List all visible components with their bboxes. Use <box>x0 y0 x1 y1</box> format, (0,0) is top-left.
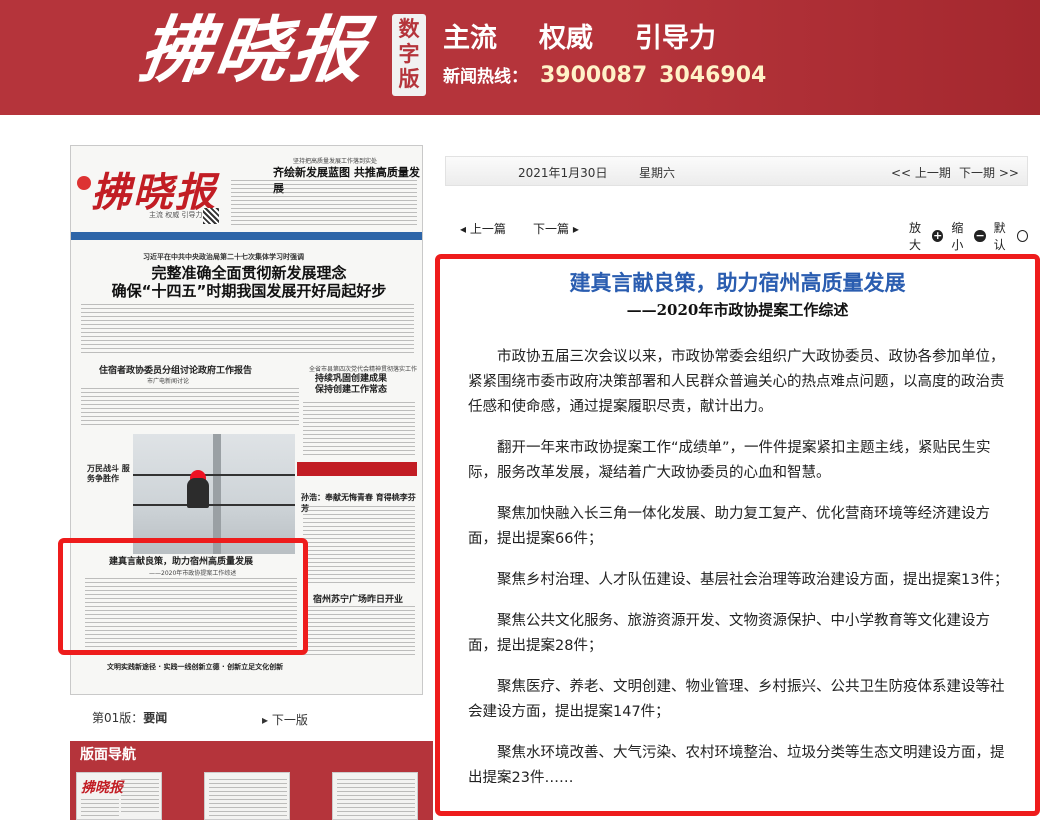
paper-lead-kicker: 习近平在中共中央政治局第二十七次集体学习时强调 <box>143 253 304 261</box>
paper-story-headline[interactable]: 住宿者政协委员分组讨论政府工作报告 <box>99 363 252 376</box>
page-number-label: 第01版： <box>92 711 144 725</box>
article-title: 建真言献良策，助力宿州高质量发展 <box>569 270 906 295</box>
hotline-number: 3900087 <box>540 63 648 88</box>
hotline-label: 新闻热线： <box>443 67 528 87</box>
thumbnail-logo: 拂晓报 <box>81 780 123 796</box>
article-paragraph: 翻开一年来市政协提案工作“成绩单”，一件件提案紧扣主题主线，紧贴民生实际，服务改… <box>468 440 991 481</box>
paper-lead-headline[interactable]: 完整准确全面贯彻新发展理念 确保“十四五”时期我国发展开好局起好步 <box>109 264 389 300</box>
article-paragraph: 聚焦公共文化服务、旅游资源开发、文物资源保护、中小学教育等文化建设方面，提出提案… <box>468 613 990 654</box>
section-thumbnail[interactable] <box>332 772 418 820</box>
text-block <box>81 388 299 428</box>
article-paragraph: 聚焦乡村治理、人才队伍建设、基层社会治理等政治建设方面，提出提案13件； <box>497 572 1009 588</box>
default-size-label: 默认 <box>993 221 1006 252</box>
slogan-item: 主流 <box>443 23 497 54</box>
next-issue-link[interactable]: 下一期 >> <box>959 164 1019 181</box>
article-body: 市政协五届三次会议以来，市政协常委会组织广大政协委员、政协各参加单位，紧紧围绕市… <box>468 345 1016 807</box>
party-emblem-icon <box>77 176 91 190</box>
page-info: 第01版：要闻 <box>92 709 167 726</box>
zoom-out-button[interactable]: 缩小 − <box>951 219 986 253</box>
prev-issue-link[interactable]: << 上一期 <box>891 164 951 181</box>
zoom-in-label: 放大 <box>909 221 922 252</box>
next-page-label: 下一版 <box>271 713 308 727</box>
utility-pole <box>213 434 221 554</box>
zoom-in-button[interactable]: 放大 + <box>909 219 944 253</box>
article-paragraph: 聚焦医疗、养老、文明创建、物业管理、乡村振兴、公共卫生防疫体系建设等社会建设方面… <box>468 679 1005 720</box>
photo-caption: 万民战斗 服务争胜作 <box>87 464 130 483</box>
plus-icon: + <box>932 229 944 242</box>
power-line <box>133 504 295 506</box>
power-line <box>133 474 295 476</box>
headline-line: 保持创建工作常态 <box>315 385 388 395</box>
article-subtitle: ——2020年市政协提案工作综述 <box>626 301 849 319</box>
text-block <box>81 304 414 356</box>
headline-line: 确保“十四五”时期我国发展开好局起好步 <box>111 282 387 300</box>
text-block <box>303 506 415 586</box>
issue-weekday: 星期六 <box>639 166 676 180</box>
news-hotline: 新闻热线： 3900087 3046904 <box>443 62 766 88</box>
article-panel: 建真言献良策，助力宿州高质量发展 ——2020年市政协提案工作综述 市政协五届三… <box>435 254 1040 816</box>
digital-edition-badge-text: 数字版 <box>398 17 420 91</box>
headline-line: 完整准确全面贯彻新发展理念 <box>151 264 347 282</box>
paper-story-meta: 市广电新闻讨论 <box>147 378 190 385</box>
text-block <box>337 779 415 817</box>
paper-bottom-headlines: 文明实践新途径 · 实践一线创新立德 · 创新立足文化创新 <box>107 663 284 671</box>
section-nav-title: 版面导航 <box>80 747 136 763</box>
text-block <box>303 402 415 458</box>
headline-line: 持续巩固创建成果 <box>315 374 388 384</box>
hotline-number: 3046904 <box>659 63 767 88</box>
text-block <box>81 799 119 817</box>
text-block <box>231 180 417 226</box>
paper-story-kicker: 全省市县第四次党代会精神贯彻落实工作 <box>309 366 418 373</box>
section-thumbnail[interactable]: 拂晓报 <box>76 772 162 820</box>
page-name: 要闻 <box>143 711 168 725</box>
section-nav-header: 版面导航 <box>70 741 433 769</box>
digital-edition-badge: 数字版 <box>392 14 426 96</box>
article-paragraph: 聚焦水环境改善、大气污染、农村环境整治、垃圾分类等生态文明建设方面，提出提案23… <box>468 745 1005 786</box>
next-page-link[interactable]: ▸ 下一版 <box>262 711 308 728</box>
text-block <box>303 606 415 656</box>
zoom-out-label: 缩小 <box>951 221 964 252</box>
slogan-item: 权威 <box>539 23 593 54</box>
article-toolbar: ◂ 上一篇 下一篇 ▸ 放大 + 缩小 − 默认 <box>445 200 1028 253</box>
masthead: 拂晓报 数字版 主流 权威 引导力 新闻热线： 3900087 3046904 <box>0 0 1040 115</box>
slogan: 主流 权威 引导力 <box>443 16 716 55</box>
newspaper-logo[interactable]: 拂晓报 <box>133 2 386 98</box>
issue-date-bar: 2021年1月30日 星期六 << 上一期 下一期 >> <box>445 156 1028 186</box>
worker-figure <box>187 478 209 508</box>
issue-date: 2021年1月30日 <box>518 166 608 180</box>
featured-article-highlight <box>58 538 308 655</box>
article-paragraph: 市政协五届三次会议以来，市政协常委会组织广大政协委员、政协各参加单位，紧紧围绕市… <box>468 349 1005 415</box>
paper-story-headline[interactable]: 宿州苏宁广场昨日开业 <box>313 592 403 605</box>
next-article-link[interactable]: 下一篇 ▸ <box>533 220 579 237</box>
section-thumbnail[interactable] <box>204 772 290 820</box>
text-block <box>209 779 287 817</box>
news-photo[interactable] <box>133 434 295 554</box>
paper-red-banner <box>297 462 417 476</box>
circle-icon <box>1017 230 1028 242</box>
paper-story-headline[interactable]: 持续巩固创建成果 保持创建工作常态 <box>315 374 415 396</box>
font-size-controls: 放大 + 缩小 − 默认 <box>909 219 1028 253</box>
slogan-item: 引导力 <box>635 23 716 54</box>
prev-article-link[interactable]: ◂ 上一篇 <box>460 220 506 237</box>
article-paragraph: 聚焦加快融入长三角一体化发展、助力复工复产、优化营商环境等经济建设方面，提出提案… <box>468 506 990 547</box>
paper-tagline: 主流 权威 引导力 <box>149 211 203 219</box>
paper-issue-bar <box>71 232 422 240</box>
minus-icon: − <box>974 229 986 242</box>
qr-code-icon <box>203 208 219 224</box>
text-block <box>121 779 159 815</box>
default-size-button[interactable]: 默认 <box>994 219 1028 253</box>
